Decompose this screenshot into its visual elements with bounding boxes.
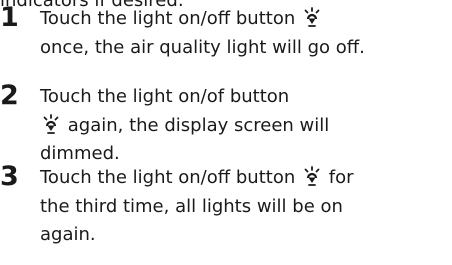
step-line-text: Touch the light on/off button bbox=[40, 167, 296, 188]
step-line: Touch the light on/off button bbox=[40, 5, 450, 34]
step-number: 2 bbox=[0, 80, 19, 111]
step-number: 1 bbox=[0, 2, 19, 33]
light-button-icon bbox=[43, 113, 59, 134]
step-line-text: the third time, all lights will be on bbox=[40, 195, 343, 217]
step-line: Touch the light on/off button for bbox=[40, 164, 450, 193]
light-button-icon bbox=[304, 7, 320, 27]
step-line-text: Touch the light on/of button bbox=[40, 86, 290, 107]
step-line-text: again, the display screen will bbox=[67, 114, 330, 136]
step-line-text: for bbox=[328, 167, 354, 188]
step-text: Touch the light on/off button for the th… bbox=[40, 164, 450, 250]
step-text: Touch the light on/of button again, the … bbox=[40, 83, 450, 169]
step-line: again, the display screen will bbox=[40, 112, 450, 141]
step-line-text: again. bbox=[40, 224, 96, 245]
step-line-text: once, the air quality light will go off. bbox=[40, 36, 365, 58]
step-line-text: Touch the light on/off button bbox=[40, 8, 296, 29]
light-button-icon bbox=[304, 166, 320, 186]
step-number: 3 bbox=[0, 161, 19, 192]
step-text: Touch the light on/off button once, the … bbox=[40, 5, 450, 62]
